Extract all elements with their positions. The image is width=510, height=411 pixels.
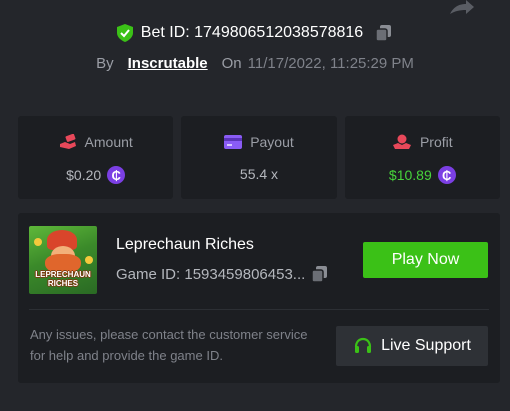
- headset-icon: [354, 337, 372, 353]
- live-support-label: Live Support: [381, 337, 471, 354]
- username-link[interactable]: Inscrutable: [128, 55, 208, 72]
- bet-id-row: Bet ID: 1749806512038578816: [0, 24, 510, 42]
- bet-timestamp: 11/17/2022, 11:25:29 PM: [247, 55, 414, 72]
- play-now-button[interactable]: Play Now: [363, 242, 488, 278]
- divider: [29, 309, 489, 310]
- payout-value: 55.4 x: [239, 166, 279, 182]
- game-id-row: Game ID: 1593459806453...: [116, 265, 329, 283]
- on-label: On: [221, 55, 242, 72]
- amount-value: $0.20: [66, 167, 102, 183]
- amount-label: Amount: [84, 134, 133, 150]
- bet-stats: Amount $0.20 ₵ Payout 55.4 x Profit $10.…: [18, 116, 500, 199]
- game-card: LEPRECHAUN RICHES Leprechaun Riches Game…: [18, 213, 500, 383]
- profit-hand-icon: [392, 134, 411, 149]
- game-thumbnail[interactable]: LEPRECHAUN RICHES: [29, 226, 97, 294]
- by-label: By: [96, 55, 114, 72]
- verified-shield-icon: [116, 24, 133, 42]
- game-name: Leprechaun Riches: [116, 236, 254, 253]
- currency-coin-icon: ₵: [437, 166, 456, 184]
- profit-label: Profit: [419, 134, 453, 150]
- support-notice: Any issues, please contact the customer …: [30, 327, 308, 363]
- live-support-button[interactable]: Live Support: [336, 326, 488, 366]
- profit-value: $10.89: [388, 167, 432, 183]
- share-icon[interactable]: [448, 0, 474, 14]
- game-id-text: Game ID: 1593459806453...: [116, 265, 306, 283]
- amount-card: Amount $0.20 ₵: [18, 116, 174, 199]
- payout-card: Payout 55.4 x: [181, 116, 337, 199]
- copy-icon[interactable]: [375, 24, 393, 42]
- profit-card: Profit $10.89 ₵: [344, 116, 500, 199]
- bet-id-text: Bet ID: 1749806512038578816: [140, 24, 364, 41]
- copy-icon[interactable]: [311, 265, 329, 283]
- cash-hand-icon: [59, 134, 76, 149]
- card-icon: [224, 135, 243, 149]
- currency-coin-icon: ₵: [107, 166, 126, 184]
- thumbnail-title: LEPRECHAUN RICHES: [35, 270, 91, 288]
- bet-meta-row: By Inscrutable On 11/17/2022, 11:25:29 P…: [0, 55, 510, 72]
- payout-label: Payout: [250, 134, 294, 150]
